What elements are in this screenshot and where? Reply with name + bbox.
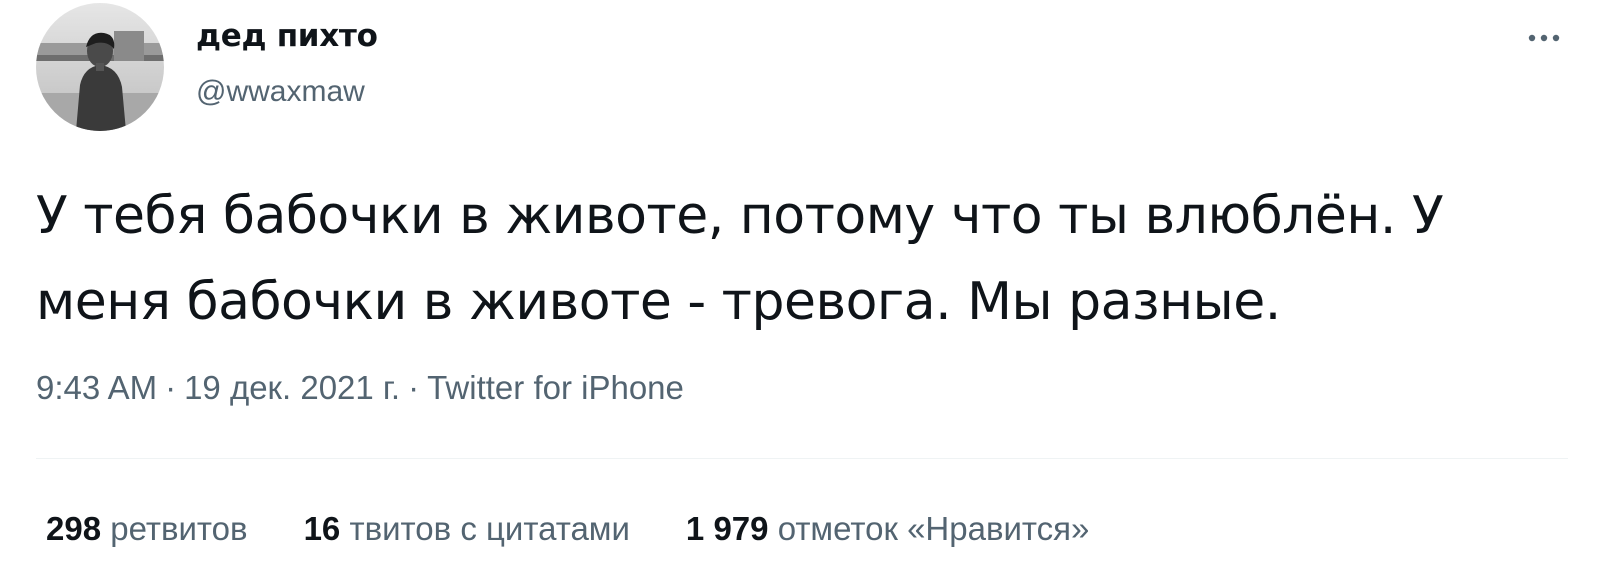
quotes-stat[interactable]: 16 твитов с цитатами — [304, 507, 630, 551]
tweet-stats: 298 ретвитов 16 твитов с цитатами 1 979 … — [46, 507, 1089, 551]
meta-separator: · — [408, 369, 420, 406]
quotes-label: твитов с цитатами — [349, 510, 630, 547]
likes-label: отметок «Нравится» — [777, 510, 1090, 547]
author-handle[interactable]: @wwaxmaw — [196, 70, 378, 114]
likes-count: 1 979 — [685, 510, 769, 547]
retweets-stat[interactable]: 298 ретвитов — [46, 507, 248, 551]
tweet-time[interactable]: 9:43 AM — [36, 369, 157, 406]
tweet-card: дед пихто @wwaxmaw У тебя бабочки в живо… — [0, 0, 1600, 572]
tweet-source[interactable]: Twitter for iPhone — [427, 369, 684, 406]
quotes-count: 16 — [303, 510, 341, 547]
author-info: дед пихто @wwaxmaw — [196, 14, 378, 114]
more-options-button[interactable] — [1518, 18, 1570, 58]
retweets-count: 298 — [46, 510, 102, 547]
tweet-date[interactable]: 19 дек. 2021 г. — [184, 369, 400, 406]
meta-separator: · — [165, 369, 177, 406]
divider — [36, 458, 1568, 459]
tweet-text: У тебя бабочки в животе, потому что ты в… — [36, 186, 1444, 332]
author-display-name[interactable]: дед пихто — [196, 14, 378, 58]
tweet-meta: 9:43 AM · 19 дек. 2021 г. · Twitter for iPho… — [36, 366, 684, 410]
profile-photo — [36, 3, 164, 131]
more-horizontal-icon — [1528, 34, 1560, 42]
likes-stat[interactable]: 1 979 отметок «Нравится» — [686, 507, 1089, 551]
avatar[interactable] — [36, 3, 164, 131]
retweets-label: ретвитов — [110, 510, 248, 547]
